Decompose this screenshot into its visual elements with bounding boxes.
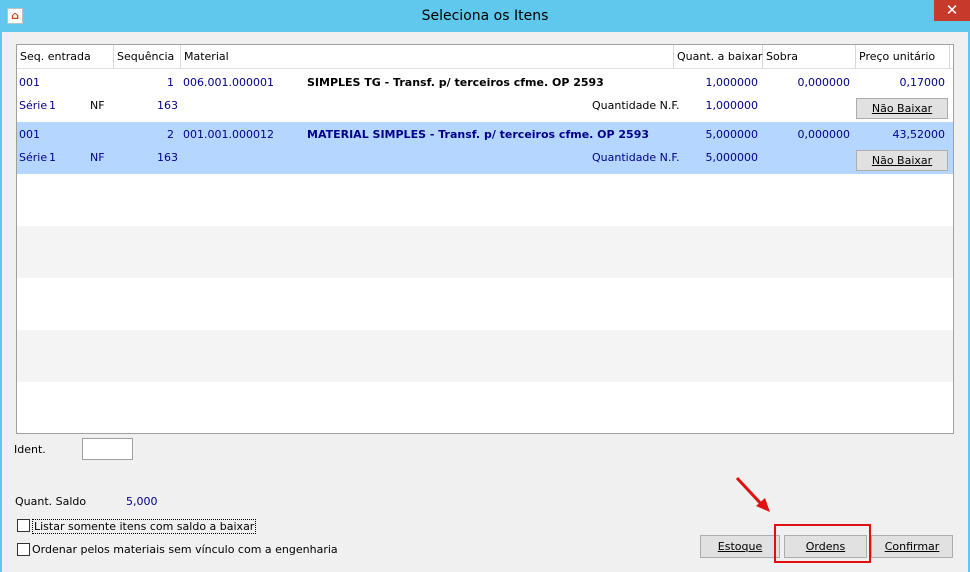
nao-baixar-button[interactable]: Não Baixar bbox=[856, 150, 948, 171]
preco-unitario-cell: 43,52000 bbox=[892, 128, 946, 141]
quantidade-nf-value: 1,000000 bbox=[705, 99, 759, 112]
empty-row bbox=[17, 330, 953, 382]
column-header-quant-baixar[interactable]: Quant. a baixar bbox=[674, 45, 763, 69]
estoque-button-label: Estoque bbox=[717, 540, 763, 553]
items-grid[interactable]: Seq. entrada Sequência Material Quant. a… bbox=[16, 44, 954, 434]
grid-header: Seq. entrada Sequência Material Quant. a… bbox=[17, 45, 953, 69]
estoque-button[interactable]: Estoque bbox=[700, 535, 780, 558]
nao-baixar-button-label: Não Baixar bbox=[871, 102, 933, 115]
ident-label: Ident. bbox=[14, 443, 46, 456]
nao-baixar-button[interactable]: Não Baixar bbox=[856, 98, 948, 119]
column-header-seq-entrada[interactable]: Seq. entrada bbox=[17, 45, 114, 69]
column-header-sequencia[interactable]: Sequência bbox=[114, 45, 181, 69]
seq-entrada-cell: 001 bbox=[19, 76, 40, 89]
seq-entrada-cell: 001 bbox=[19, 128, 40, 141]
nf-label: NF bbox=[90, 99, 105, 112]
ordenar-materiais-label[interactable]: Ordenar pelos materiais sem vínculo com … bbox=[32, 543, 338, 556]
column-header-sobra[interactable]: Sobra bbox=[763, 45, 856, 69]
listar-saldo-checkbox[interactable] bbox=[17, 519, 30, 532]
window-frame-left bbox=[0, 32, 2, 572]
material-description-cell: SIMPLES TG - Transf. p/ terceiros cfme. … bbox=[307, 76, 604, 89]
confirmar-button-label: Confirmar bbox=[884, 540, 940, 553]
nf-value: 163 bbox=[157, 151, 178, 164]
annotation-arrow-icon bbox=[735, 476, 770, 512]
material-description-cell: MATERIAL SIMPLES - Transf. p/ terceiros … bbox=[307, 128, 650, 141]
confirmar-button[interactable]: Confirmar bbox=[871, 535, 953, 558]
table-row[interactable]: 001 1 006.001.000001 SIMPLES TG - Transf… bbox=[17, 70, 953, 122]
quantidade-nf-label: Quantidade N.F. bbox=[592, 151, 680, 164]
sobra-cell: 0,000000 bbox=[797, 128, 851, 141]
quant-saldo-value: 5,000 bbox=[126, 495, 158, 508]
table-row-selected[interactable]: 001 2 001.001.000012 MATERIAL SIMPLES - … bbox=[17, 122, 953, 174]
serie-value: 1 bbox=[49, 99, 56, 112]
quantidade-nf-value: 5,000000 bbox=[705, 151, 759, 164]
column-header-preco-unitario[interactable]: Preço unitário bbox=[856, 45, 950, 69]
sequencia-cell: 1 bbox=[167, 76, 174, 89]
annotation-highlight-box bbox=[774, 524, 871, 563]
nf-label: NF bbox=[90, 151, 105, 164]
empty-row bbox=[17, 382, 953, 433]
title-bar: ⌂ Seleciona os Itens ✕ bbox=[0, 0, 970, 32]
empty-row bbox=[17, 174, 953, 226]
serie-label: Série bbox=[19, 151, 48, 164]
serie-label: Série bbox=[19, 99, 48, 112]
sobra-cell: 0,000000 bbox=[797, 76, 851, 89]
close-button[interactable]: ✕ bbox=[934, 0, 970, 21]
sequencia-cell: 2 bbox=[167, 128, 174, 141]
quantidade-nf-label: Quantidade N.F. bbox=[592, 99, 680, 112]
serie-value: 1 bbox=[49, 151, 56, 164]
nf-value: 163 bbox=[157, 99, 178, 112]
window-title: Seleciona os Itens bbox=[421, 8, 549, 24]
nao-baixar-button-label: Não Baixar bbox=[871, 154, 933, 167]
material-code-cell: 006.001.000001 bbox=[183, 76, 274, 89]
empty-row bbox=[17, 226, 953, 278]
listar-saldo-label[interactable]: Listar somente itens com saldo a baixar bbox=[32, 519, 257, 534]
empty-row bbox=[17, 278, 953, 330]
quant-saldo-label: Quant. Saldo bbox=[15, 495, 87, 508]
ordenar-materiais-checkbox[interactable] bbox=[17, 543, 30, 556]
material-code-cell: 001.001.000012 bbox=[183, 128, 274, 141]
column-header-material[interactable]: Material bbox=[181, 45, 674, 69]
ident-input[interactable] bbox=[82, 438, 133, 460]
quant-baixar-cell: 1,000000 bbox=[705, 76, 759, 89]
quant-baixar-cell: 5,000000 bbox=[705, 128, 759, 141]
preco-unitario-cell: 0,17000 bbox=[899, 76, 946, 89]
